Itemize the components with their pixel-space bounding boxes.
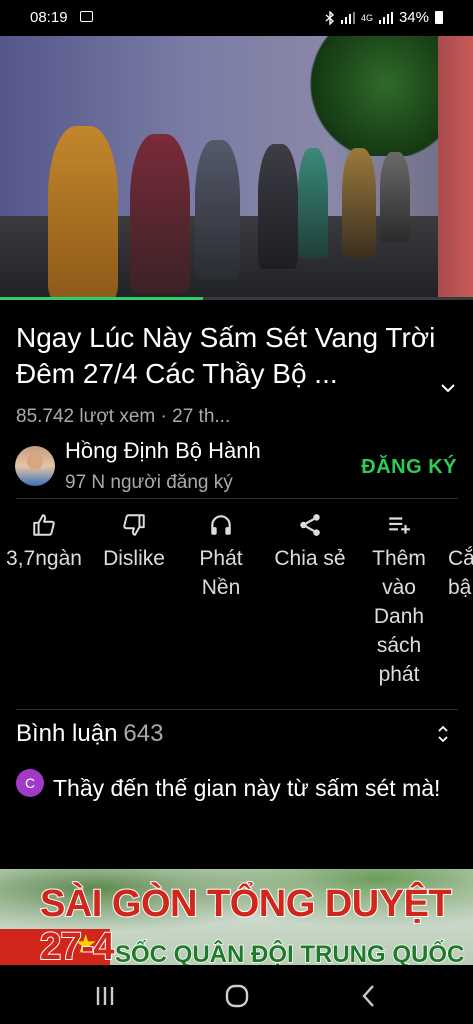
signal-icon [340,11,355,24]
save-label-5: phát [378,663,420,686]
bluetooth-icon [325,10,334,25]
back-icon[interactable] [354,981,384,1011]
clip-button[interactable]: Cắ bậ [448,512,473,602]
video-frame-figure [48,126,118,300]
video-frame-figure [130,134,190,294]
background-play-button[interactable]: Phát Nền [185,512,257,602]
clip-icon [448,512,473,538]
headphones-icon [211,515,231,535]
status-right: 4G 34% [325,9,443,26]
comments-header[interactable]: Bình luận 643 [16,720,163,748]
clip-label-2: bậ [448,576,472,599]
comment-text[interactable]: Thầy đến thế gian này từ sấm sét mà! [53,770,458,807]
video-frame-figure [380,152,410,242]
video-frame-figure [258,144,298,269]
save-label-1: Thêm [372,547,426,570]
save-label-3: Danh [373,605,425,628]
gallery-notification-icon [80,11,93,22]
status-time: 08:19 [30,9,68,26]
share-icon [300,514,320,536]
battery-icon [435,11,443,24]
video-title[interactable]: Ngay Lúc Này Sấm Sét Vang Trời Đêm 27/4 … [16,320,436,392]
signal-2-icon [378,11,393,24]
video-player[interactable] [0,36,473,300]
battery-percent: 34% [398,9,429,26]
thumbnail-subline: SỐC QUÂN ĐỘI TRUNG QUỐC [114,940,465,965]
system-nav-bar [0,965,473,1024]
recent-apps-icon[interactable] [90,981,120,1011]
sort-icon[interactable] [436,724,450,744]
divider [16,709,458,710]
like-count: 3,7ngàn [6,547,82,570]
like-button[interactable]: 3,7ngàn [0,512,88,573]
comments-label: Bình luận [16,720,118,747]
share-label: Chia sẻ [274,547,346,570]
clip-label-1: Cắ [448,547,473,570]
channel-avatar[interactable] [15,446,55,486]
status-bar: 08:19 4G 34% [0,0,473,36]
background-play-label-1: Phát [199,547,243,570]
dislike-button[interactable]: Dislike [94,512,174,573]
channel-name[interactable]: Hồng Định Bộ Hành [65,438,261,464]
next-video-thumbnail[interactable]: ★ SÀI GÒN TỔNG DUYỆT 27-4 SỐC QUÂN ĐỘI T… [0,869,473,965]
save-label-4: sách [376,634,422,657]
channel-subscribers: 97 N người đăng ký [65,472,233,493]
thumb-up-icon [33,514,55,536]
chevron-down-icon[interactable] [438,378,458,398]
share-button[interactable]: Chia sẻ [266,512,354,573]
save-to-playlist-button[interactable]: Thêm vào Danh sách phát [362,512,436,689]
network-type: 4G [360,12,373,23]
background-play-label-2: Nền [201,576,241,599]
video-frame-figure [342,148,376,258]
home-icon[interactable] [222,981,252,1011]
playlist-add-icon [389,517,410,534]
action-bar: 3,7ngàn Dislike Phát Nền Chia sẻ Thêm và… [0,512,473,702]
dislike-label: Dislike [103,547,165,570]
comment-avatar[interactable]: C [16,769,44,797]
thumb-down-icon [123,514,145,536]
video-meta[interactable]: 85.742 lượt xem · 27 th... [16,406,230,428]
video-frame-figure [298,148,328,258]
subscribe-button[interactable]: ĐĂNG KÝ [361,456,457,479]
divider [16,498,458,499]
comments-count: 643 [123,720,164,747]
save-label-2: vào [382,576,416,599]
video-frame-figure [195,140,240,280]
video-frame-pillar [438,36,473,300]
video-frame-trees [308,36,438,156]
avatar-face [27,452,43,470]
video-progress-bar[interactable] [0,297,473,300]
video-progress-fill [0,297,204,300]
